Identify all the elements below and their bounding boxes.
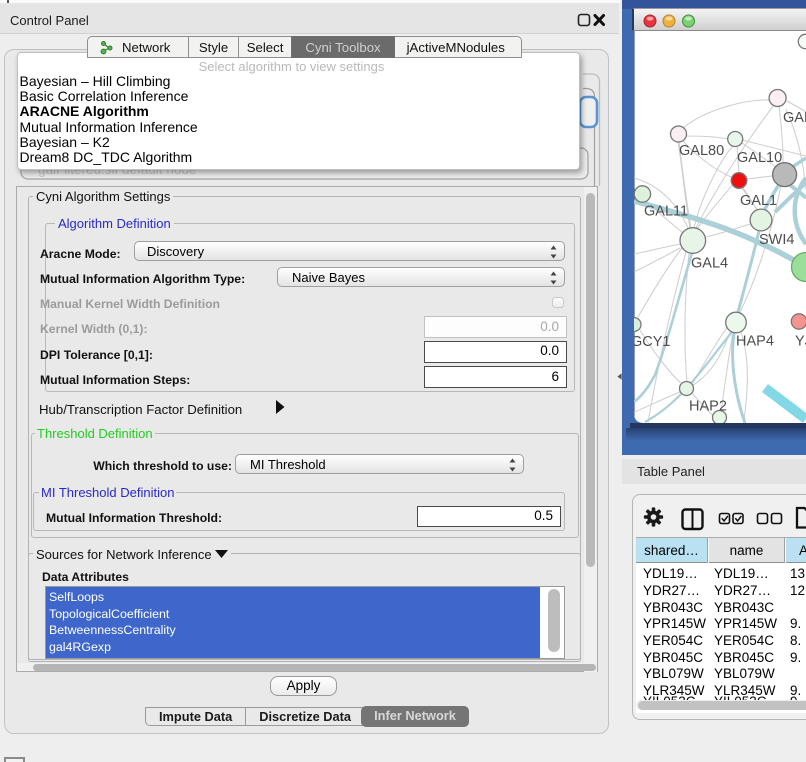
svg-text:HAP2: HAP2 [689, 399, 727, 415]
svg-text:GAL1: GAL1 [740, 193, 777, 209]
svg-text:GAL80: GAL80 [679, 143, 724, 159]
svg-text:SWI4: SWI4 [759, 232, 794, 248]
svg-text:GAL10: GAL10 [737, 150, 782, 166]
svg-text:GAL11: GAL11 [644, 204, 688, 220]
svg-text:YJ: YJ [795, 334, 806, 350]
svg-text:GAL4: GAL4 [691, 256, 728, 272]
svg-text:GAL7: GAL7 [783, 110, 806, 126]
svg-text:HAP4: HAP4 [736, 334, 774, 350]
svg-text:GCY1: GCY1 [632, 334, 671, 350]
